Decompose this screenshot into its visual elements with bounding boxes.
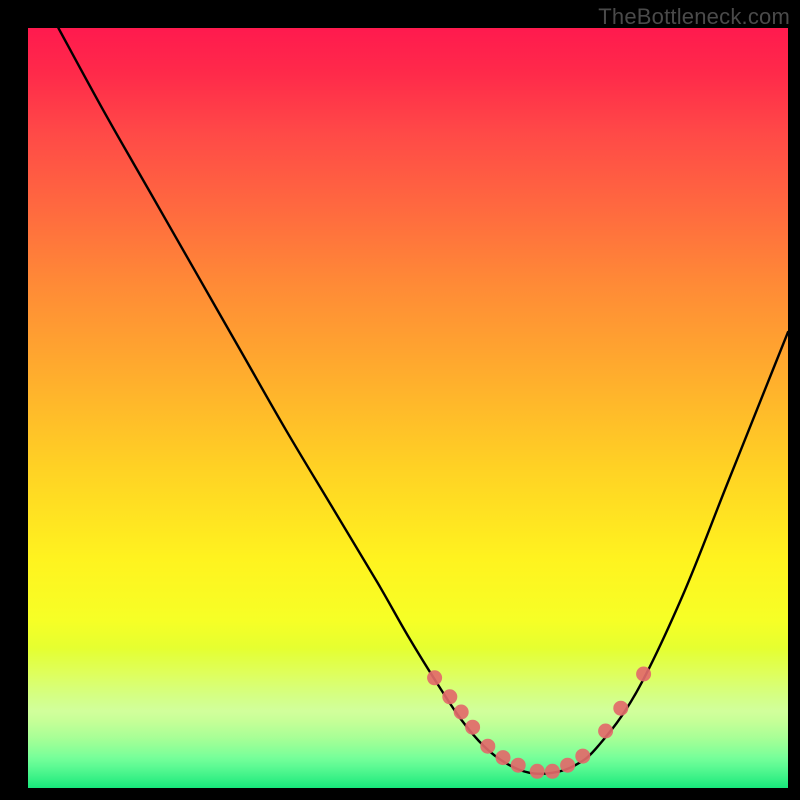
highlight-point xyxy=(454,705,469,720)
highlight-points xyxy=(28,28,788,788)
highlight-point xyxy=(511,758,526,773)
chart-stage: TheBottleneck.com xyxy=(0,0,800,800)
watermark-text: TheBottleneck.com xyxy=(598,4,790,30)
highlight-point xyxy=(545,764,560,779)
highlight-point xyxy=(575,749,590,764)
highlight-point xyxy=(442,689,457,704)
highlight-point xyxy=(598,724,613,739)
plot-area xyxy=(28,28,788,788)
highlight-point xyxy=(636,667,651,682)
highlight-point xyxy=(480,739,495,754)
highlight-point xyxy=(613,701,628,716)
highlight-point xyxy=(560,758,575,773)
highlight-point xyxy=(530,764,545,779)
highlight-point xyxy=(496,750,511,765)
highlight-point xyxy=(427,670,442,685)
highlight-point xyxy=(465,720,480,735)
